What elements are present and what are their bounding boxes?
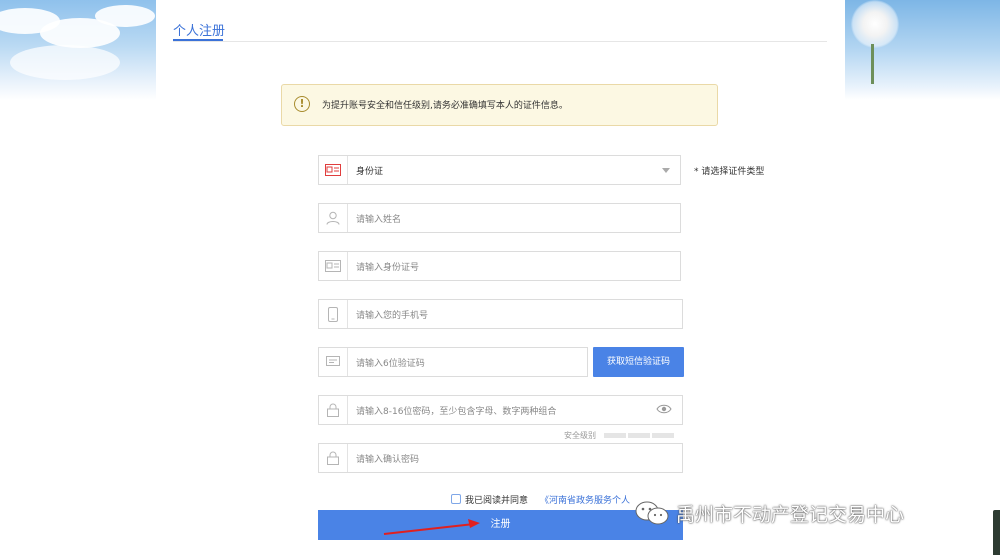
background-sky-left: [0, 0, 156, 100]
message-icon: [319, 348, 348, 376]
device-edge: [993, 510, 1000, 555]
agreement-checkbox[interactable]: [451, 494, 461, 504]
tab-personal-registration[interactable]: 个人注册: [173, 20, 225, 39]
id-number-placeholder: 请输入身份证号: [356, 263, 420, 273]
wechat-icon: [635, 501, 669, 525]
id-number-input[interactable]: 请输入身份证号: [318, 251, 681, 281]
notice-text: 为提升账号安全和信任级别,请务必准确填写本人的证件信息。: [322, 101, 568, 111]
tab-divider: [173, 41, 827, 42]
register-button[interactable]: 注册: [318, 510, 683, 540]
mobile-phone-icon: [319, 300, 348, 328]
phone-input[interactable]: 请输入您的手机号: [318, 299, 683, 329]
get-sms-code-button[interactable]: 获取短信验证码: [593, 347, 684, 377]
sms-code-placeholder: 请输入6位验证码: [356, 359, 425, 369]
password-input[interactable]: 请输入8-16位密码，至少包含字母、数字两种组合: [318, 395, 683, 425]
confirm-password-placeholder: 请输入确认密码: [356, 455, 420, 465]
agreement-link[interactable]: 《河南省政务服务个人: [540, 493, 630, 506]
dandelion-image: [851, 0, 899, 48]
warning-icon: !: [294, 96, 310, 112]
password-strength-label: 安全级别: [564, 431, 596, 440]
strength-bar-2: [628, 433, 650, 438]
user-icon: [319, 204, 348, 232]
id-card-icon: [319, 252, 348, 280]
strength-bar-3: [652, 433, 674, 438]
id-type-value: 身份证: [356, 167, 384, 177]
id-card-icon: [319, 156, 348, 184]
id-type-select[interactable]: 身份证: [318, 155, 681, 185]
eye-icon[interactable]: [656, 404, 672, 417]
phone-placeholder: 请输入您的手机号: [356, 311, 429, 321]
password-placeholder: 请输入8-16位密码，至少包含字母、数字两种组合: [356, 407, 557, 417]
notice-banner: ! 为提升账号安全和信任级别,请务必准确填写本人的证件信息。: [281, 84, 718, 126]
watermark-text: 禹州市不动产登记交易中心: [676, 504, 905, 526]
name-input[interactable]: 请输入姓名: [318, 203, 681, 233]
sms-code-input[interactable]: 请输入6位验证码: [318, 347, 588, 377]
background-sky-right: [845, 0, 1000, 100]
chevron-down-icon: [662, 168, 670, 173]
annotation-arrow: [383, 519, 480, 535]
confirm-password-input[interactable]: 请输入确认密码: [318, 443, 683, 473]
agreement-text: 我已阅读并同意: [465, 496, 529, 506]
strength-bar-1: [604, 433, 626, 438]
name-placeholder: 请输入姓名: [356, 215, 402, 225]
id-type-hint: * 请选择证件类型: [694, 167, 765, 177]
lock-icon: [319, 444, 348, 472]
lock-icon: [319, 396, 348, 424]
